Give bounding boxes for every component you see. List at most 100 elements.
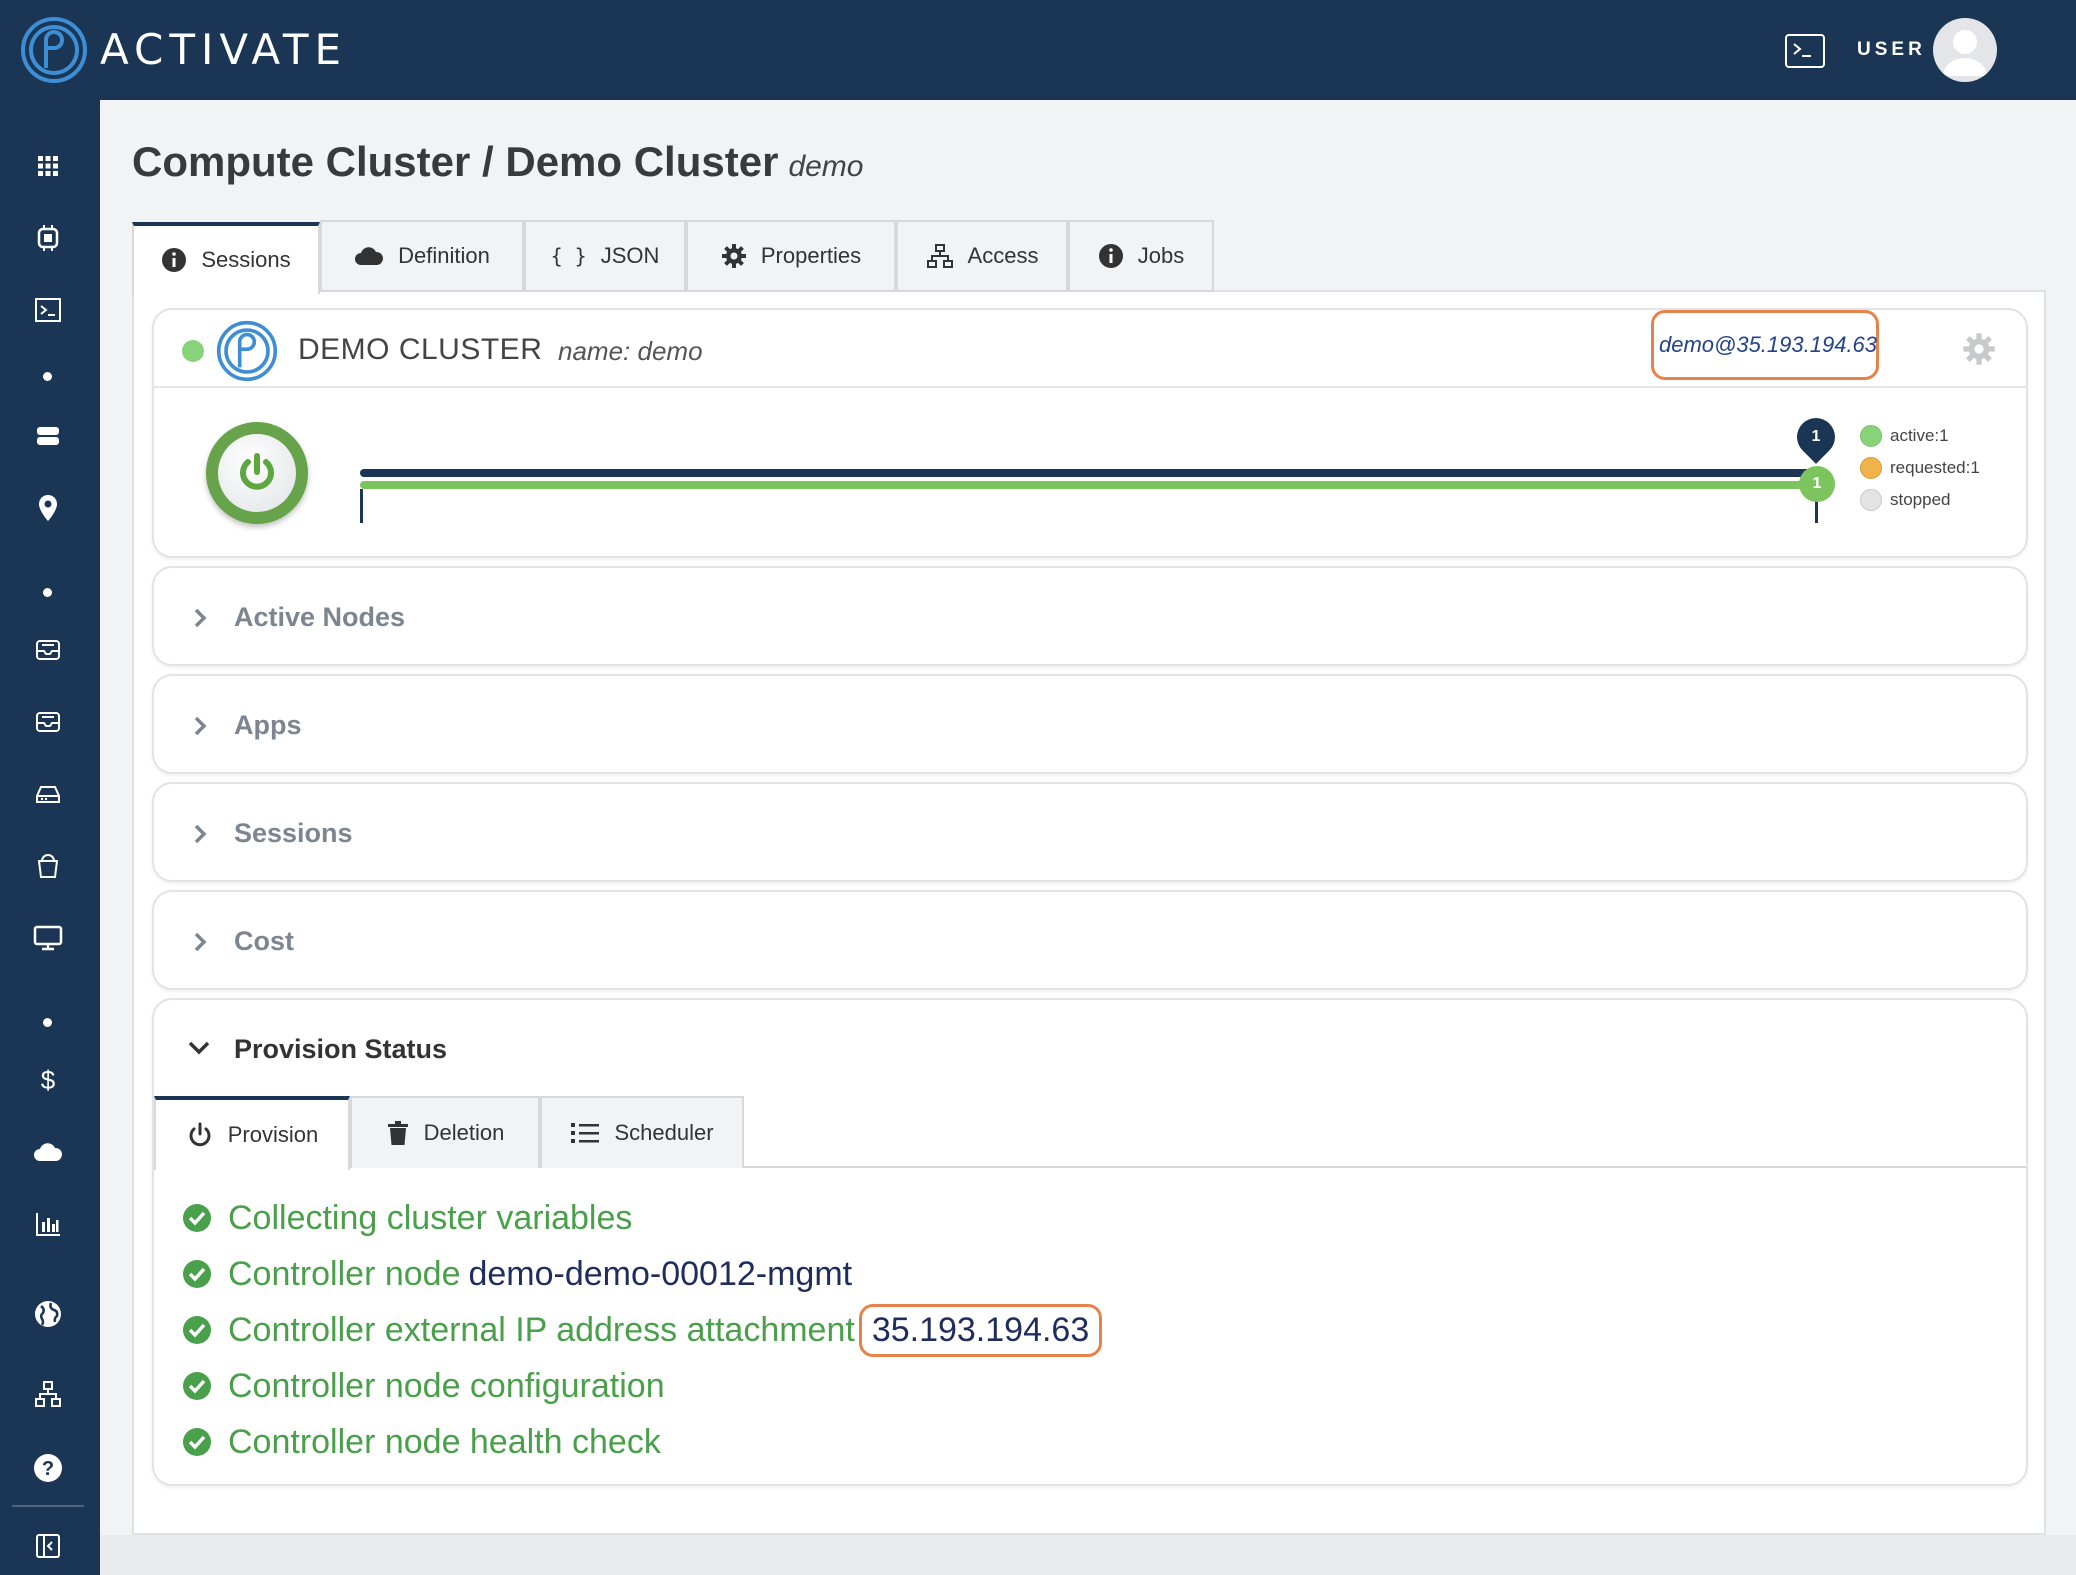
provision-step: Controller node configuration [182, 1358, 1102, 1414]
subtab-deletion[interactable]: Deletion [350, 1096, 540, 1168]
accordion-apps[interactable]: Apps [152, 674, 2028, 774]
cluster-header: DEMO CLUSTER name: demo demo@35.193.194.… [154, 310, 2026, 388]
user-avatar[interactable] [1933, 18, 1997, 82]
tab-label: Jobs [1137, 243, 1185, 268]
sidebar-bucket-icon[interactable] [30, 848, 66, 884]
network-icon [926, 244, 953, 268]
check-circle-icon [183, 1260, 211, 1288]
accordion-title: Active Nodes [234, 602, 406, 632]
step-value: demo-demo-00012-mgmt [468, 1254, 853, 1293]
cluster-name-detail: name: demo [558, 336, 703, 366]
step-text: Controller node [228, 1254, 461, 1293]
legend-label: requested:1 [1890, 458, 1980, 477]
sidebar-divider [12, 1505, 84, 1507]
sidebar-separator-dot [43, 1018, 52, 1027]
subtab-provision[interactable]: Provision [154, 1096, 350, 1170]
accordion-sessions[interactable]: Sessions [152, 782, 2028, 882]
accordion-provision-status: Provision Status Provision Deletion Sche… [152, 998, 2028, 1486]
user-avatar-icon [1943, 30, 1987, 76]
legend-item-active: active:1 [1860, 420, 1980, 452]
provision-step: Collecting cluster variables [182, 1190, 1102, 1246]
sidebar-sitemap-icon[interactable] [30, 1376, 66, 1412]
tab-access[interactable]: Access [896, 220, 1068, 292]
provision-steps: Collecting cluster variables Controller … [182, 1190, 1103, 1470]
check-circle-icon [183, 1316, 211, 1344]
accordion-title: Sessions [234, 818, 353, 848]
terminal-button[interactable] [1785, 34, 1825, 68]
accordion-title[interactable]: Provision Status [234, 1032, 447, 1066]
tab-label: Definition [398, 243, 490, 268]
subtab-scheduler[interactable]: Scheduler [540, 1096, 744, 1168]
sidebar-help-icon[interactable]: ? [30, 1450, 66, 1486]
activate-logo-icon[interactable] [20, 16, 88, 84]
step-value-ip: 35.193.194.63 [858, 1303, 1103, 1357]
sidebar-hard-drive-icon[interactable] [30, 776, 66, 812]
tab-definition[interactable]: Definition [320, 220, 524, 292]
sidebar-collapse-icon[interactable] [30, 1528, 66, 1564]
cluster-name: DEMO CLUSTER [298, 333, 543, 366]
legend-item-requested: requested:1 [1860, 452, 1980, 484]
step-text: Controller external IP address attachmen… [228, 1310, 855, 1349]
sidebar-bar-chart-icon[interactable] [30, 1206, 66, 1242]
node-status-legend: active:1 requested:1 stopped [1860, 420, 1980, 516]
sidebar-cpu-chip-icon[interactable] [30, 220, 66, 256]
page-subtitle: demo [788, 150, 864, 183]
settings-gear-icon[interactable] [1962, 332, 1996, 366]
terminal-icon [1793, 43, 1811, 57]
active-marker[interactable]: 1 [1799, 466, 1835, 502]
tab-sessions[interactable]: Sessions [132, 222, 320, 294]
requested-marker-label: 1 [1811, 428, 1821, 445]
cluster-logo-icon [216, 320, 278, 382]
tab-label: Access [967, 243, 1039, 268]
sidebar: $ ? [0, 100, 100, 1575]
sidebar-server-icon[interactable] [30, 418, 66, 454]
sidebar-globe-icon[interactable] [30, 1296, 66, 1332]
list-icon [571, 1123, 600, 1143]
page-bottom-strip [100, 1535, 2076, 1575]
sidebar-grid-icon[interactable] [30, 148, 66, 184]
ssh-connection-link[interactable]: demo@35.193.194.63 [1651, 310, 1879, 380]
cluster-card: DEMO CLUSTER name: demo demo@35.193.194.… [152, 308, 2028, 558]
legend-label: active:1 [1890, 426, 1949, 445]
cluster-status-indicator [182, 340, 204, 362]
tab-json[interactable]: { } JSON [524, 220, 686, 292]
accordion-active-nodes[interactable]: Active Nodes [152, 566, 2028, 666]
chevron-right-icon [194, 932, 207, 952]
step-text: Controller node health check [228, 1422, 661, 1461]
sidebar-inbox-icon[interactable] [30, 632, 66, 668]
requested-nodes-track [360, 469, 1816, 477]
user-label[interactable]: USER [1857, 38, 1926, 62]
accordion-cost[interactable]: Cost [152, 890, 2028, 990]
sidebar-monitor-icon[interactable] [30, 920, 66, 956]
step-text: Controller node configuration [228, 1366, 665, 1405]
info-icon [1098, 244, 1123, 268]
sidebar-map-pin-icon[interactable] [30, 490, 66, 526]
tab-properties[interactable]: Properties [686, 220, 896, 292]
sidebar-inbox-icon[interactable] [30, 704, 66, 740]
provision-step: Controller external IP address attachmen… [182, 1302, 1103, 1358]
brand-name[interactable]: ACTIVATE [100, 26, 347, 74]
active-nodes-track [360, 481, 1816, 489]
check-circle-icon [183, 1372, 211, 1400]
check-circle-icon [183, 1204, 211, 1232]
sidebar-dollar-icon[interactable]: $ [30, 1062, 66, 1098]
legend-swatch [1860, 489, 1882, 511]
sidebar-terminal-icon[interactable] [30, 292, 66, 328]
info-icon [162, 248, 187, 272]
slider-min-tick [360, 489, 363, 523]
svg-text:$: $ [41, 1065, 56, 1095]
subtab-label: Provision [227, 1122, 319, 1147]
chevron-down-icon[interactable] [184, 1034, 214, 1062]
sidebar-cloud-icon[interactable] [30, 1134, 66, 1170]
subtab-label: Scheduler [614, 1120, 714, 1145]
legend-item-stopped: stopped [1860, 484, 1980, 516]
tab-jobs[interactable]: Jobs [1068, 220, 1214, 292]
cluster-power-button[interactable] [206, 422, 308, 524]
tab-label: Properties [760, 243, 862, 268]
legend-swatch [1860, 457, 1882, 479]
cloud-icon [355, 247, 384, 265]
tab-label: Sessions [201, 247, 291, 272]
page-title-text: Compute Cluster / Demo Cluster [132, 138, 779, 185]
page-title: Compute Cluster / Demo Cluster demo [132, 134, 863, 195]
top-bar: ACTIVATE USER [0, 0, 2076, 100]
